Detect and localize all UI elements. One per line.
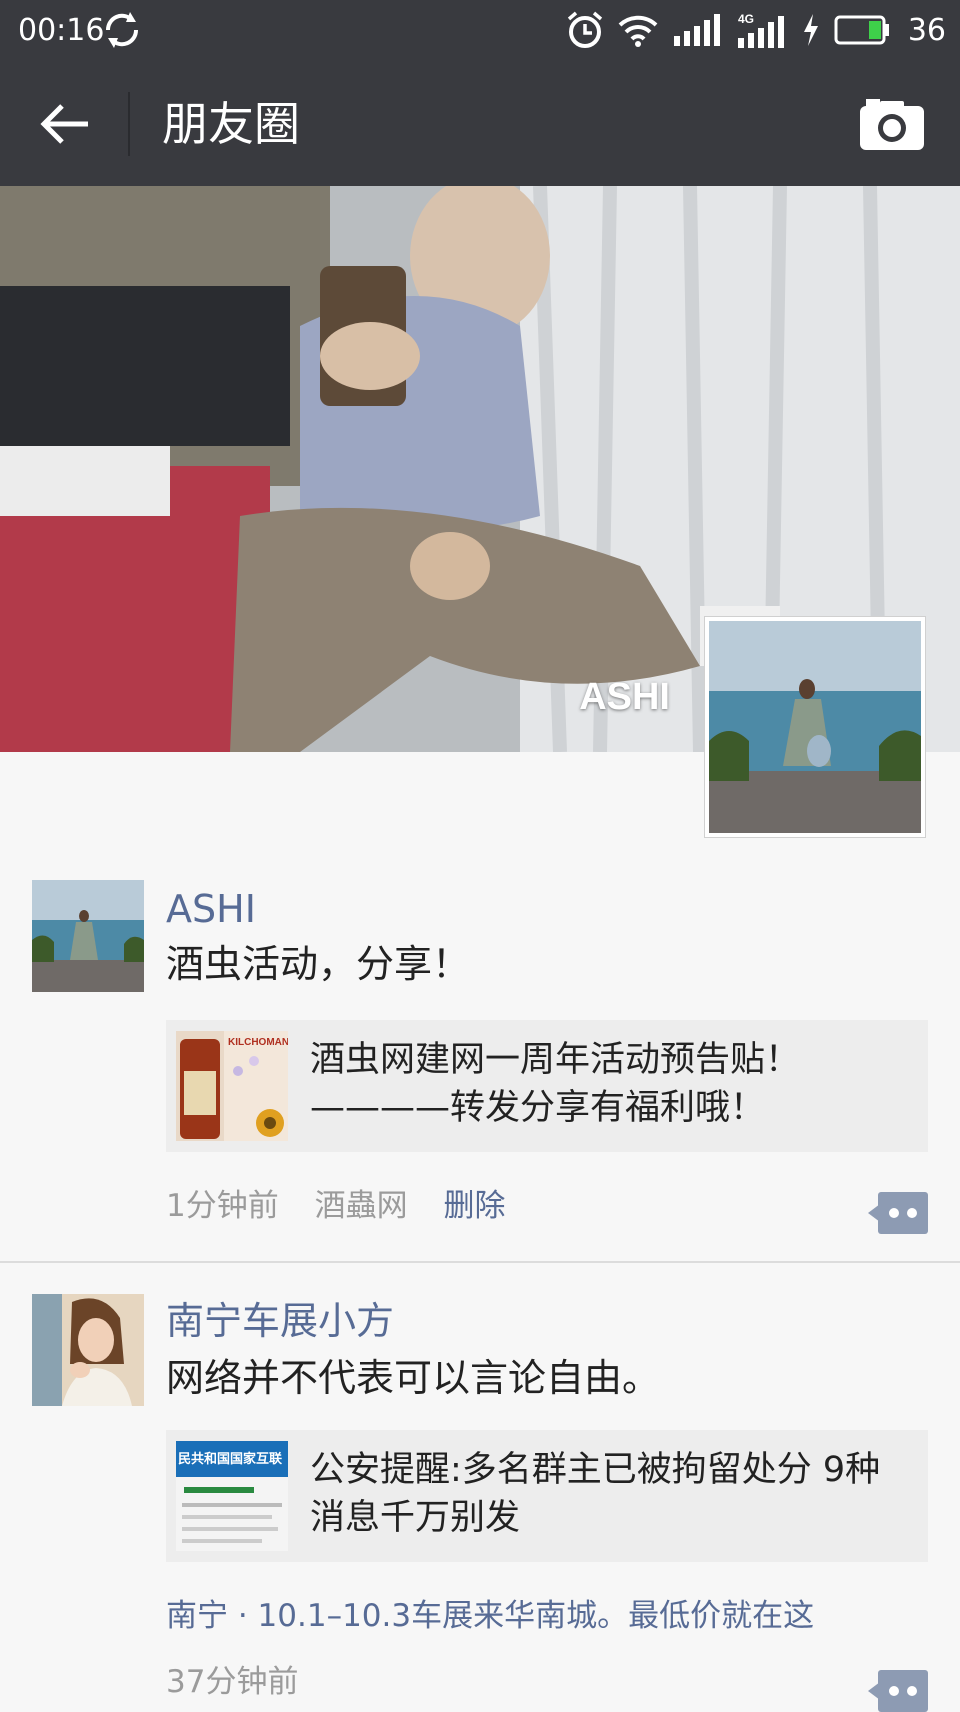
battery-icon xyxy=(834,15,889,45)
page-title: 朋友圈 xyxy=(162,97,300,151)
share-thumbnail: 民共和国国家互联 xyxy=(176,1441,288,1551)
post-author[interactable]: 南宁车展小方 xyxy=(166,1296,394,1346)
avatar[interactable] xyxy=(32,880,144,992)
status-bar: 00:16 4G 36 xyxy=(0,0,960,62)
battery-level: 36 xyxy=(907,12,946,48)
arrow-left-icon[interactable] xyxy=(30,92,100,156)
cover-avatar[interactable] xyxy=(704,616,926,838)
avatar[interactable] xyxy=(32,1294,144,1406)
status-time: 00:16 xyxy=(18,13,105,48)
post-time: 37分钟前 xyxy=(166,1664,299,1700)
thumbnail-brand-text: KILCHOMAN xyxy=(228,1037,288,1048)
post-author[interactable]: ASHI xyxy=(166,884,256,934)
thumbnail-image: KILCHOMAN xyxy=(176,1031,288,1141)
svg-text:4G: 4G xyxy=(738,12,754,26)
share-card[interactable]: 民共和国国家互联 公安提醒:多名群主已被拘留处分 9种 消息千万别发 xyxy=(166,1430,928,1562)
share-title: 公安提醒:多名群主已被拘留处分 9种 消息千万别发 xyxy=(310,1446,910,1542)
nav-divider xyxy=(128,92,130,156)
comment-icon[interactable] xyxy=(868,1192,928,1234)
post-meta: 1分钟前 酒蟲网 删除 xyxy=(166,1184,531,1228)
wifi-icon xyxy=(618,15,658,47)
post-time: 1分钟前 xyxy=(166,1188,279,1224)
charging-icon xyxy=(803,14,818,46)
post-text: 酒虫活动，分享！ xyxy=(166,942,471,986)
thumbnail-image: 民共和国国家互联 xyxy=(176,1441,288,1551)
share-card[interactable]: KILCHOMAN 酒虫网建网一周年活动预告贴！ ————转发分享有福利哦！ xyxy=(166,1020,928,1152)
sync-icon xyxy=(105,12,139,48)
post-location[interactable]: 南宁 · 10.1–10.3车展来华南城。最低价就在这 xyxy=(166,1594,814,1638)
share-title-line: 公安提醒:多名群主已被拘留处分 9种 xyxy=(310,1450,881,1490)
delete-button[interactable]: 删除 xyxy=(443,1188,505,1224)
post-text: 网络并不代表可以言论自由。 xyxy=(166,1356,661,1400)
share-title-line: ————转发分享有福利哦！ xyxy=(310,1088,766,1128)
post-meta: 37分钟前 xyxy=(166,1660,324,1704)
camera-icon[interactable] xyxy=(858,94,926,154)
post-divider xyxy=(0,1261,960,1263)
avatar-image xyxy=(32,1294,144,1406)
thumbnail-header-text: 民共和国国家互联 xyxy=(178,1451,282,1467)
status-icons: 4G 36 xyxy=(566,8,946,52)
share-title: 酒虫网建网一周年活动预告贴！ ————转发分享有福利哦！ xyxy=(310,1036,910,1132)
cover-owner-name: ASHI xyxy=(579,676,670,718)
post-source: 酒蟲网 xyxy=(314,1188,408,1224)
share-title-line: 酒虫网建网一周年活动预告贴！ xyxy=(310,1040,801,1080)
avatar-image xyxy=(709,621,921,833)
share-title-line: 消息千万别发 xyxy=(310,1498,521,1538)
signal-icon xyxy=(673,14,720,46)
share-thumbnail: KILCHOMAN xyxy=(176,1031,288,1141)
nav-bar: 朋友圈 xyxy=(0,62,960,186)
avatar-image xyxy=(32,880,144,992)
signal-4g-icon: 4G xyxy=(737,12,784,48)
alarm-icon xyxy=(567,11,602,48)
